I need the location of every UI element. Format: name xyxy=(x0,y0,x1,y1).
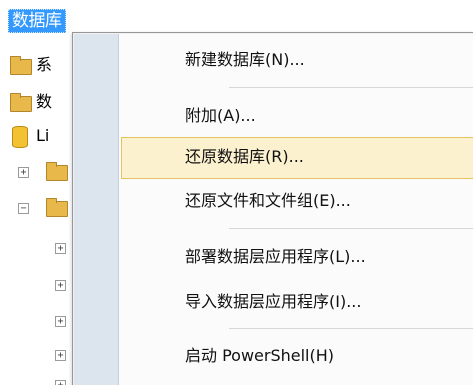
databases-node-selected[interactable]: 数据库 xyxy=(8,9,66,33)
tree-node-label: 系 xyxy=(36,55,53,74)
menu-item-label: 附加(A)... xyxy=(185,106,256,125)
context-menu: 新建数据库(N)... 附加(A)... 还原数据库(R)... 还原文件和文件… xyxy=(72,32,473,385)
menu-item-label: 还原数据库(R)... xyxy=(185,147,304,166)
menu-separator xyxy=(229,228,473,229)
expand-icon[interactable]: + xyxy=(55,243,66,254)
menu-item-import-data-tier-app[interactable]: 导入数据层应用程序(I)... xyxy=(121,282,473,322)
menu-separator xyxy=(229,328,473,329)
menu-separator xyxy=(229,87,473,88)
menu-icon-gutter xyxy=(74,34,119,385)
screen: 数据库 系 数 Li + − + + + + + 新建数据库(N)... 附加(… xyxy=(0,0,473,385)
collapse-icon[interactable]: − xyxy=(18,203,29,214)
menu-item-label: 启动 PowerShell(H) xyxy=(185,346,335,365)
menu-item-deploy-data-tier-app[interactable]: 部署数据层应用程序(L)... xyxy=(121,237,473,277)
tree-node-label: 数 xyxy=(36,92,53,111)
menu-item-label: 还原文件和文件组(E)... xyxy=(185,191,351,210)
menu-item-start-powershell[interactable]: 启动 PowerShell(H) xyxy=(121,336,473,376)
tree-node-label: Li xyxy=(36,126,50,145)
menu-item-label: 导入数据层应用程序(I)... xyxy=(185,292,362,311)
expand-icon[interactable]: + xyxy=(55,380,66,385)
expand-icon[interactable]: + xyxy=(55,316,66,327)
folder-icon xyxy=(46,162,68,181)
menu-item-label: 部署数据层应用程序(L)... xyxy=(185,247,366,266)
menu-item-attach[interactable]: 附加(A)... xyxy=(121,96,473,136)
folder-icon xyxy=(10,56,32,75)
folder-icon xyxy=(46,198,68,217)
menu-item-label: 新建数据库(N)... xyxy=(185,50,305,69)
expand-icon[interactable]: + xyxy=(18,167,29,178)
menu-item-restore-files-filegroups[interactable]: 还原文件和文件组(E)... xyxy=(121,181,473,221)
menu-item-new-database[interactable]: 新建数据库(N)... xyxy=(121,40,473,80)
menu-pane: 新建数据库(N)... 附加(A)... 还原数据库(R)... 还原文件和文件… xyxy=(119,34,473,385)
menu-item-restore-database[interactable]: 还原数据库(R)... xyxy=(121,137,473,179)
expand-icon[interactable]: + xyxy=(55,350,66,361)
folder-icon xyxy=(10,93,32,112)
database-icon xyxy=(12,126,28,148)
expand-icon[interactable]: + xyxy=(55,280,66,291)
